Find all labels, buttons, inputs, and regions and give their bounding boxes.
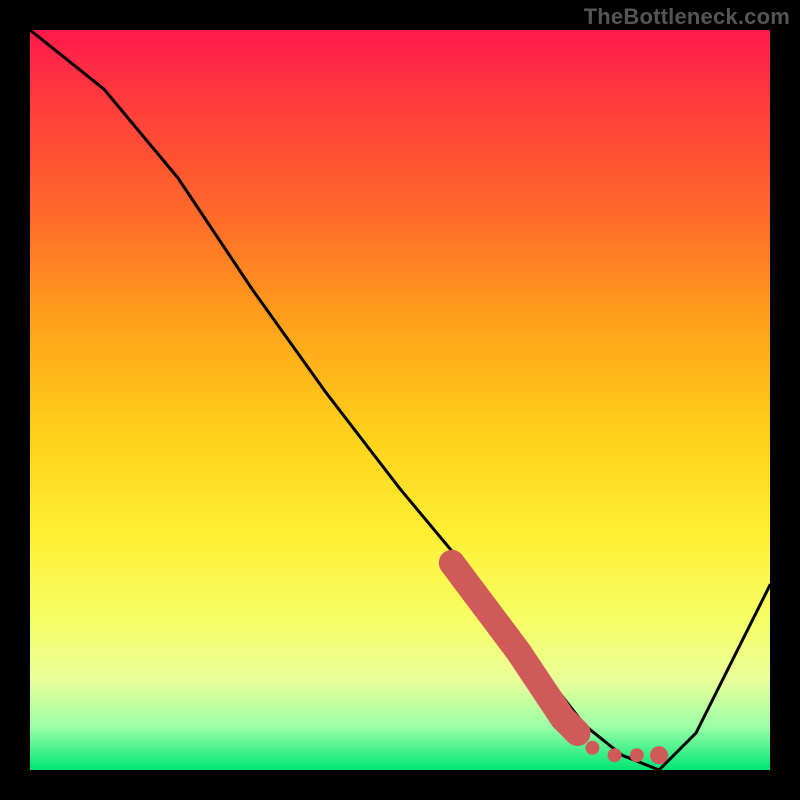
marker-group <box>452 563 668 764</box>
marker-dot <box>630 748 644 762</box>
plot-area <box>30 30 770 770</box>
chart-frame: TheBottleneck.com <box>0 0 800 800</box>
marker-dot <box>650 746 668 764</box>
marker-dot <box>608 748 622 762</box>
marker-dot <box>585 741 599 755</box>
watermark-text: TheBottleneck.com <box>584 4 790 30</box>
bottleneck-curve <box>30 30 770 770</box>
marker-segment <box>452 563 578 733</box>
plot-svg <box>30 30 770 770</box>
